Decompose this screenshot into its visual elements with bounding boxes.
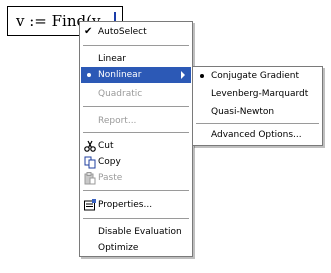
menu-item-label: Conjugate Gradient [211, 71, 300, 81]
context-menu: ✔ AutoSelect Linear Nonlinear Quadratic … [79, 21, 193, 257]
nonlinear-submenu: Conjugate Gradient Levenberg-Marquardt Q… [192, 66, 323, 146]
menu-separator [83, 218, 189, 219]
menu-item-report[interactable]: Report... [81, 113, 191, 129]
menu-separator [83, 132, 189, 133]
menu-item-label: Quadratic [98, 89, 143, 99]
menu-item-cut[interactable]: Cut [81, 138, 191, 154]
menu-item-label: Paste [98, 173, 123, 183]
menu-separator [83, 45, 189, 46]
menu-item-label: Quasi-Newton [211, 107, 275, 117]
menu-item-optimize[interactable]: Optimize [81, 240, 191, 256]
menu-item-label: Properties... [98, 200, 153, 210]
checkmark-icon: ✔ [84, 26, 93, 37]
menu-item-label: Levenberg-Marquardt [211, 89, 309, 99]
submenu-item-quasi-newton[interactable]: Quasi-Newton [194, 104, 321, 120]
menu-item-label: Optimize [98, 243, 139, 253]
menu-separator [196, 123, 319, 124]
menu-item-label: Report... [98, 116, 137, 126]
menu-separator [83, 106, 189, 107]
menu-item-label: Advanced Options... [211, 130, 302, 140]
menu-item-label: AutoSelect [98, 27, 147, 37]
submenu-item-levenberg-marquardt[interactable]: Levenberg-Marquardt [194, 86, 321, 102]
menu-item-label: Nonlinear [98, 70, 142, 80]
menu-separator [83, 190, 189, 191]
menu-item-paste[interactable]: Paste [81, 170, 191, 186]
menu-item-nonlinear[interactable]: Nonlinear [81, 67, 191, 83]
menu-item-autoselect[interactable]: ✔ AutoSelect [81, 24, 191, 40]
menu-item-copy[interactable]: Copy [81, 154, 191, 170]
menu-item-label: Copy [98, 157, 121, 167]
copy-icon [84, 156, 96, 169]
chevron-right-icon [181, 71, 185, 79]
radio-bullet-icon [200, 74, 204, 78]
menu-item-disable-evaluation[interactable]: Disable Evaluation [81, 224, 191, 240]
menu-item-linear[interactable]: Linear [81, 51, 191, 67]
submenu-item-advanced-options[interactable]: Advanced Options... [194, 127, 321, 143]
properties-icon [84, 199, 96, 211]
paste-icon [84, 172, 96, 185]
menu-item-label: Linear [98, 54, 126, 64]
menu-item-quadratic[interactable]: Quadratic [81, 86, 191, 102]
submenu-item-conjugate-gradient[interactable]: Conjugate Gradient [194, 68, 321, 84]
scissors-icon [84, 140, 96, 152]
menu-item-label: Cut [98, 141, 114, 151]
radio-bullet-icon [87, 73, 91, 77]
menu-item-properties[interactable]: Properties... [81, 197, 191, 213]
menu-item-label: Disable Evaluation [98, 227, 182, 237]
